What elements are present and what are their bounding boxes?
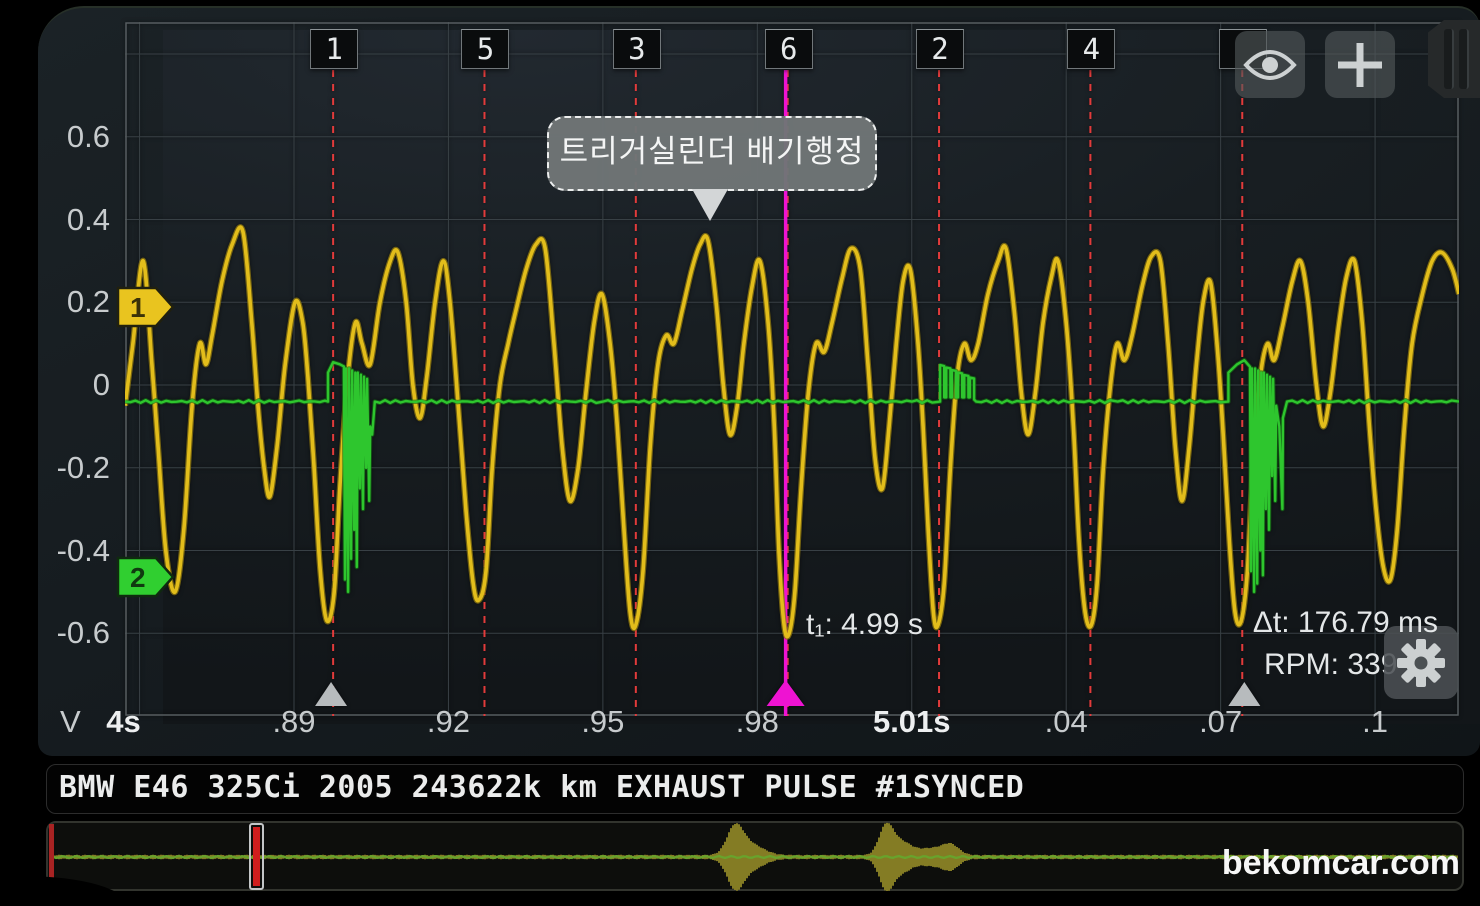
x-axis-tick-label: .1: [1315, 703, 1435, 741]
plus-icon: [1334, 39, 1386, 91]
add-button[interactable]: [1325, 31, 1395, 98]
handle-groove: [1444, 29, 1454, 89]
timeline-position-marker-bar: [253, 827, 260, 886]
trigger-cylinder-tooltip: 트리거실린더 배기행정: [547, 116, 877, 191]
cylinder-number-label: 3: [613, 29, 661, 69]
timeline-position-marker[interactable]: [249, 823, 264, 890]
cylinder-number-label: 4: [1067, 29, 1115, 69]
y-axis-tick-label: 0.4: [26, 201, 110, 239]
eye-icon: [1243, 46, 1297, 84]
app-screen: V 트리거실린더 배기행정 1 2 t₁: 4.99 s Δt: 176.79 …: [0, 0, 1480, 904]
rpm-readout: RPM: 339: [1264, 648, 1397, 682]
recording-title-bar: BMW E46 325Ci 2005 243622k km EXHAUST PU…: [46, 764, 1464, 814]
y-axis-tick-label: -0.6: [26, 614, 110, 652]
x-axis-tick-label: 5.01s: [852, 703, 972, 741]
x-axis-tick-label: .92: [388, 703, 508, 741]
handle-groove: [1459, 29, 1469, 89]
y-axis-tick-label: 0.6: [26, 118, 110, 156]
channel-2-number: 2: [130, 562, 146, 593]
recording-title: BMW E46 325Ci 2005 243622k km EXHAUST PU…: [59, 765, 1463, 811]
drawer-handle-icon[interactable]: [1428, 20, 1480, 98]
timeline-start-marker: [49, 824, 54, 882]
cylinder-number-label: 5: [461, 29, 509, 69]
y-axis-tick-label: -0.2: [26, 449, 110, 487]
cylinder-number-label: 1: [310, 29, 358, 69]
y-axis-tick-label: -0.4: [26, 532, 110, 570]
channel-2-marker[interactable]: 2: [116, 556, 176, 598]
tooltip-arrow-icon: [692, 189, 728, 221]
x-axis-tick-label: .04: [1006, 703, 1126, 741]
cursor-time-readout: t₁: 4.99 s: [806, 608, 923, 642]
cylinder-number-label: 2: [916, 29, 964, 69]
gear-icon: [1394, 636, 1448, 690]
channel-1-marker[interactable]: 1: [116, 286, 176, 328]
visibility-button[interactable]: [1235, 31, 1305, 98]
cylinder-number-label: 6: [765, 29, 813, 69]
x-axis-tick-label: .95: [543, 703, 663, 741]
y-axis-tick-label: 0.2: [26, 283, 110, 321]
watermark: bekomcar.com: [1150, 844, 1464, 883]
x-axis-tick-label: .89: [234, 703, 354, 741]
y-axis-tick-label: 0: [26, 366, 110, 404]
x-axis-tick-label: 4s: [64, 703, 184, 741]
x-axis-tick-label: .07: [1161, 703, 1281, 741]
x-axis-tick-label: .98: [697, 703, 817, 741]
delta-time-readout: Δt: 176.79 ms: [1252, 606, 1438, 640]
channel-1-number: 1: [130, 292, 146, 323]
